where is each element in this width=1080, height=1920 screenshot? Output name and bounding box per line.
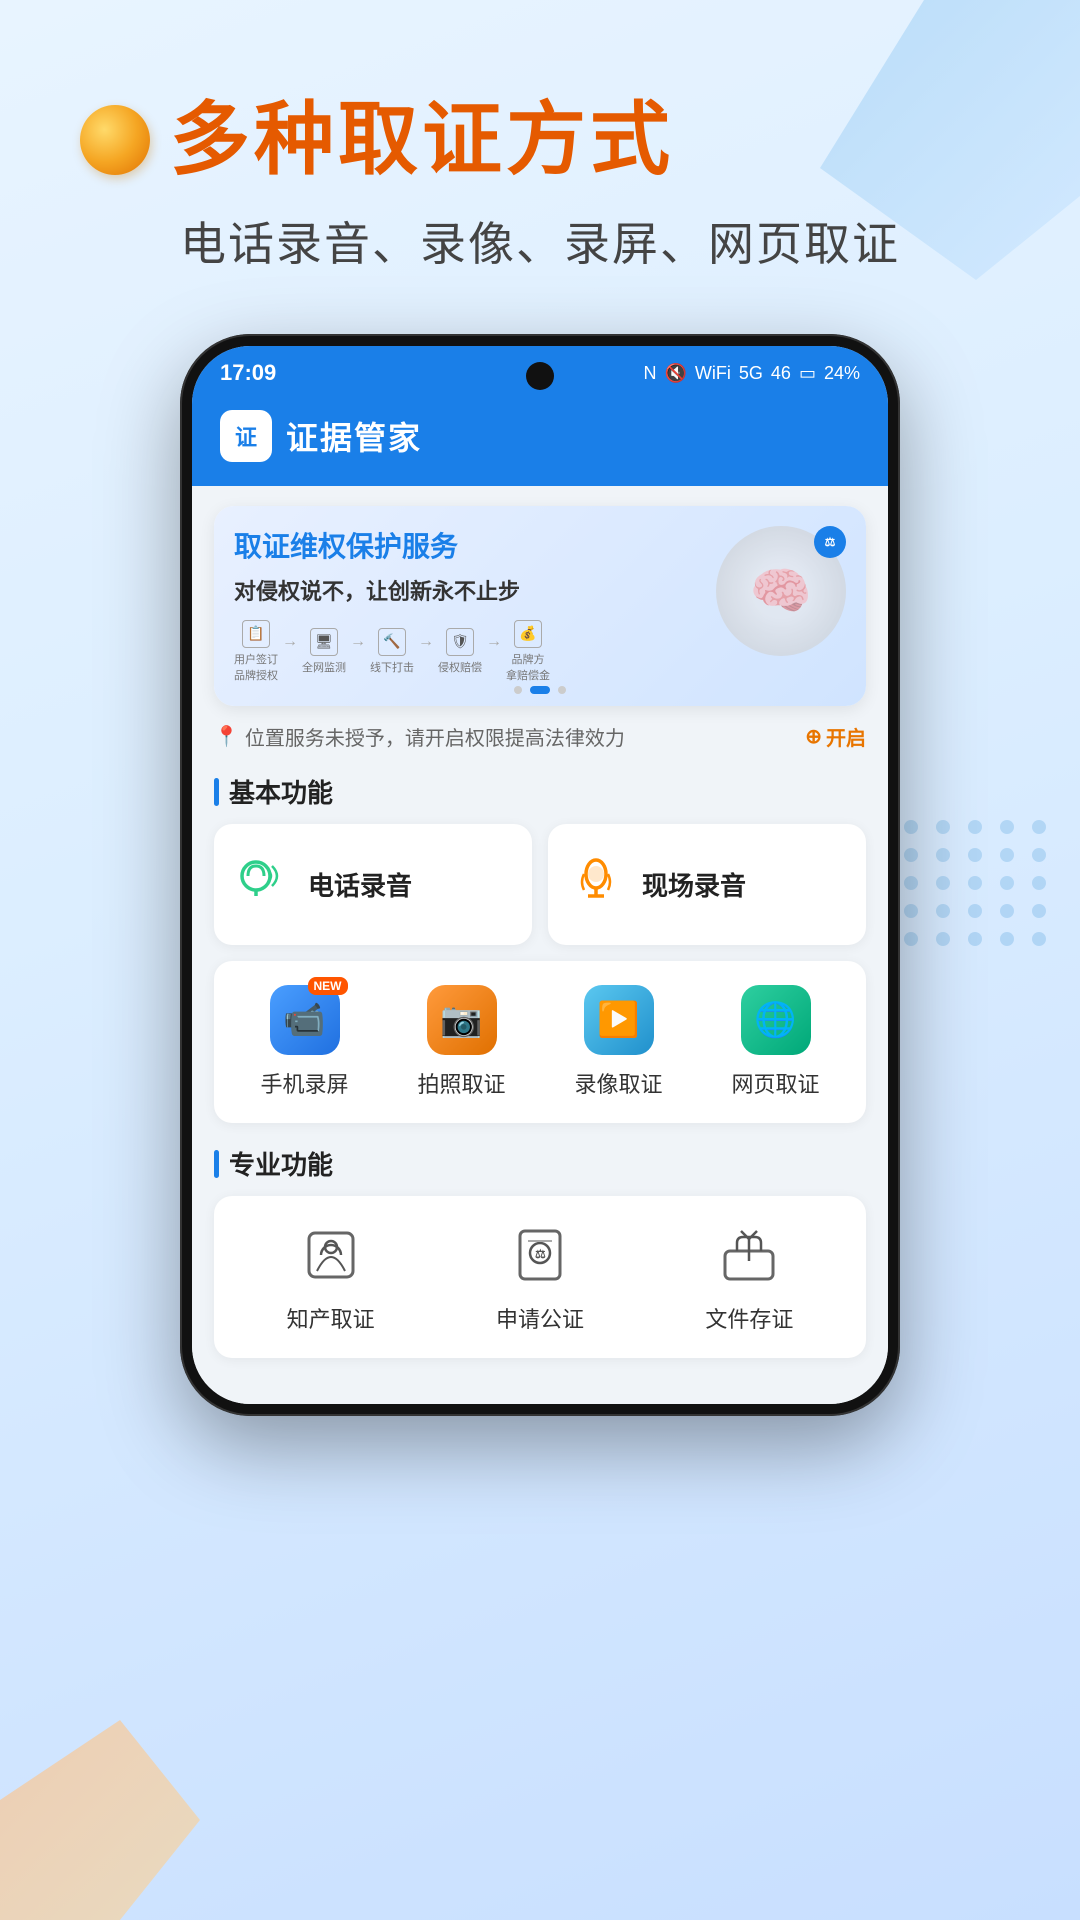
wifi-icon: WiFi: [695, 363, 731, 384]
banner-dot-1[interactable]: [514, 686, 522, 694]
banner-step-3: 🔨 线下打击: [370, 628, 414, 675]
basic-functions-heading: 基本功能: [214, 773, 866, 810]
signal-4g-icon: 46: [771, 363, 791, 384]
live-record-icon: [568, 854, 624, 915]
banner-slide: 取证维权保护服务 对侵权说不，让创新永不止步 📋 用户签订品牌授权 → 🖥: [214, 506, 866, 706]
banner-step-1: 📋 用户签订品牌授权: [234, 620, 278, 683]
screen-record-label: 手机录屏: [260, 1067, 348, 1099]
new-badge: NEW: [308, 977, 348, 995]
screen-record-icon: 📹 NEW: [270, 985, 340, 1055]
pro-functions-heading: 专业功能: [214, 1145, 866, 1182]
live-record-label: 现场录音: [642, 866, 746, 903]
title-row: 多种取证方式: [80, 100, 1000, 180]
photo-evidence-icon: 📷: [427, 985, 497, 1055]
banner-step-2: 🖥 全网监测: [302, 628, 346, 675]
file-store-label: 文件存证: [705, 1302, 793, 1334]
phone-record-card[interactable]: 电话录音: [214, 824, 532, 945]
battery-percent: 24%: [824, 363, 860, 384]
video-evidence-item[interactable]: ▶️ 录像取证: [544, 985, 693, 1099]
location-text: 位置服务未授予，请开启权限提高法律效力: [245, 722, 625, 751]
banner-dot-2[interactable]: [530, 686, 550, 694]
section-bar: [214, 778, 219, 806]
banner-title-line1: 取证维权保护服务: [234, 529, 716, 565]
phone-wrapper: 17:09 N 🔇 WiFi 5G 46 ▭ 24% 证 证据管家: [0, 314, 1080, 1476]
banner-step-5: 💰 品牌方拿赔偿金: [506, 620, 550, 683]
signal-5g-icon: 5G: [739, 363, 763, 384]
banner-title-line2: 对侵权说不，让创新永不止步: [234, 574, 716, 606]
mute-icon: 🔇: [665, 363, 687, 384]
location-text-area: 📍 位置服务未授予，请开启权限提高法律效力: [214, 722, 625, 751]
banner-steps: 📋 用户签订品牌授权 → 🖥 全网监测 → 🔨: [234, 620, 716, 683]
banner-image: 🧠 ⚖: [716, 526, 846, 686]
web-evidence-item[interactable]: 🌐 网页取证: [701, 985, 850, 1099]
live-record-card[interactable]: 现场录音: [548, 824, 866, 945]
banner-carousel[interactable]: 取证维权保护服务 对侵权说不，让创新永不止步 📋 用户签订品牌授权 → 🖥: [214, 506, 866, 706]
pro-section-bar: [214, 1150, 219, 1178]
photo-evidence-label: 拍照取证: [417, 1067, 505, 1099]
notarize-label: 申请公证: [496, 1302, 584, 1334]
location-open-icon: ⊕: [805, 724, 822, 749]
photo-evidence-item[interactable]: 📷 拍照取证: [387, 985, 536, 1099]
notarize-icon: ⚖: [505, 1220, 575, 1290]
status-icons: N 🔇 WiFi 5G 46 ▭ 24%: [644, 363, 861, 384]
status-time: 17:09: [220, 360, 276, 386]
main-title: 多种取证方式: [170, 100, 674, 180]
banner-dot-3[interactable]: [558, 686, 566, 694]
location-icon: 📍: [214, 724, 239, 749]
web-evidence-icon: 🌐: [741, 985, 811, 1055]
app-logo: 证: [220, 410, 272, 462]
professional-functions-grid: 知产取证 ⚖ 申请公证: [214, 1196, 866, 1358]
bg-decoration-bottom: [0, 1720, 200, 1920]
ip-evidence-label: 知产取证: [287, 1302, 375, 1334]
video-evidence-icon: ▶️: [584, 985, 654, 1055]
screen-record-item[interactable]: 📹 NEW 手机录屏: [230, 985, 379, 1099]
phone-frame: 17:09 N 🔇 WiFi 5G 46 ▭ 24% 证 证据管家: [180, 334, 900, 1416]
notarize-item[interactable]: ⚖ 申请公证: [439, 1220, 640, 1334]
app-logo-row: 证 证据管家: [220, 410, 860, 462]
video-evidence-label: 录像取证: [574, 1067, 662, 1099]
location-open-button[interactable]: ⊕ 开启: [805, 722, 866, 751]
file-store-item[interactable]: 文件存证: [649, 1220, 850, 1334]
nfc-icon: N: [644, 363, 657, 384]
battery-icon: ▭: [799, 363, 816, 384]
location-bar: 📍 位置服务未授予，请开启权限提高法律效力 ⊕ 开启: [214, 722, 866, 751]
orange-ball-icon: [80, 105, 150, 175]
advanced-functions-grid: 📹 NEW 手机录屏 📷 拍照取证: [214, 961, 866, 1123]
phone-screen: 17:09 N 🔇 WiFi 5G 46 ▭ 24% 证 证据管家: [192, 346, 888, 1404]
file-store-icon: [714, 1220, 784, 1290]
phone-record-label: 电话录音: [308, 866, 412, 903]
ip-evidence-icon: [296, 1220, 366, 1290]
banner-text: 取证维权保护服务 对侵权说不，让创新永不止步 📋 用户签订品牌授权 → 🖥: [234, 529, 716, 682]
svg-text:⚖: ⚖: [535, 1247, 546, 1261]
phone-record-icon: [234, 854, 290, 915]
banner-step-4: 🛡 侵权赔偿: [438, 628, 482, 675]
app-name: 证据管家: [286, 413, 422, 459]
status-bar: 17:09 N 🔇 WiFi 5G 46 ▭ 24%: [192, 346, 888, 394]
basic-functions-label: 基本功能: [229, 773, 333, 810]
basic-functions-grid: 电话录音: [214, 824, 866, 945]
banner-badge: ⚖: [814, 526, 846, 558]
pro-functions-label: 专业功能: [229, 1145, 333, 1182]
ip-evidence-item[interactable]: 知产取证: [230, 1220, 431, 1334]
app-content: 取证维权保护服务 对侵权说不，让创新永不止步 📋 用户签订品牌授权 → 🖥: [192, 506, 888, 1404]
subtitle: 电话录音、录像、录屏、网页取证: [80, 208, 1000, 274]
web-evidence-label: 网页取证: [731, 1067, 819, 1099]
camera-notch: [526, 362, 554, 390]
header-section: 多种取证方式 电话录音、录像、录屏、网页取证: [0, 0, 1080, 314]
banner-dots: [514, 686, 566, 694]
location-open-label: 开启: [826, 722, 866, 751]
app-header: 证 证据管家: [192, 394, 888, 486]
